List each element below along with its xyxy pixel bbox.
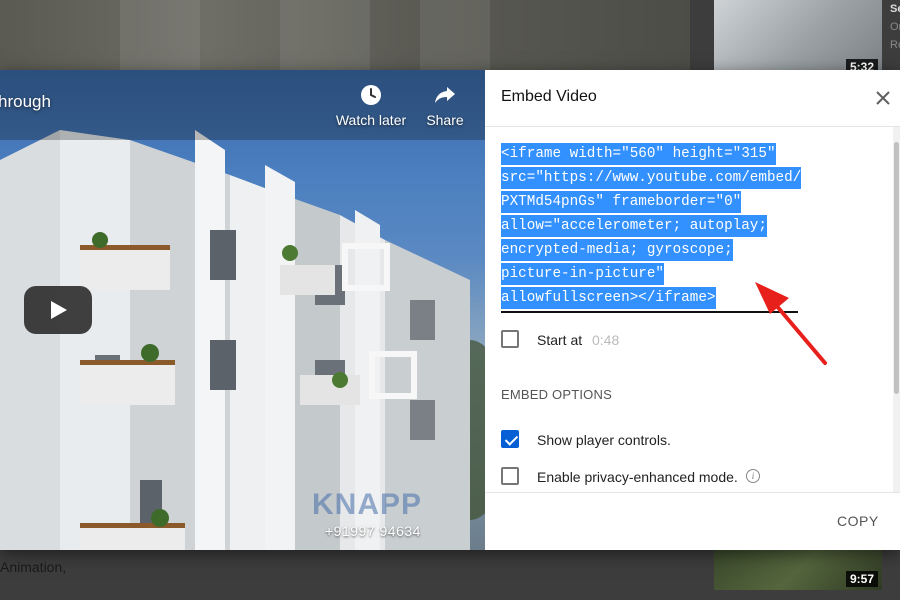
- start-at-time-input[interactable]: 0:48: [592, 332, 619, 348]
- start-at-checkbox[interactable]: [501, 330, 519, 348]
- related-video-thumbnail[interactable]: 5:32: [714, 0, 882, 78]
- share-arrow-icon: [435, 87, 455, 103]
- video-preview[interactable]: hrough Watch later Share KNAPP +91997 94…: [0, 70, 485, 550]
- start-at-label: Start at: [537, 332, 583, 348]
- share-label: Share: [426, 112, 464, 128]
- play-icon: [51, 301, 67, 319]
- footer-divider: [485, 492, 900, 493]
- background-description-area: Animation,: [0, 550, 690, 600]
- share-button[interactable]: Share: [423, 82, 467, 128]
- related-video-text: Se Or Re: [890, 0, 900, 54]
- embed-panel: Embed Video <iframe width="560" height="…: [485, 70, 900, 550]
- video-title[interactable]: hrough: [0, 92, 51, 112]
- related-video-title-fragment: Se: [890, 3, 900, 15]
- phone-number-overlay: +91997 94634: [325, 523, 421, 539]
- related-video-thumbnail[interactable]: 9:57: [714, 550, 882, 590]
- watermark-logo: KNAPP: [312, 488, 423, 521]
- show-controls-label: Show player controls.: [537, 432, 671, 448]
- show-controls-checkbox[interactable]: [501, 430, 519, 448]
- embed-video-dialog: hrough Watch later Share KNAPP +91997 94…: [0, 70, 900, 550]
- watch-later-label: Watch later: [335, 112, 407, 128]
- related-video-views-fragment: Re: [890, 39, 900, 51]
- privacy-mode-label: Enable privacy-enhanced mode.: [537, 469, 738, 485]
- related-video-channel-fragment: Or: [890, 21, 900, 33]
- description-text: Animation,: [0, 559, 67, 575]
- embed-options-heading: EMBED OPTIONS: [501, 387, 612, 402]
- info-icon[interactable]: i: [746, 469, 760, 483]
- watch-later-button[interactable]: Watch later: [335, 82, 407, 128]
- privacy-mode-checkbox[interactable]: [501, 467, 519, 485]
- background-video-thumbnail-strip: [0, 0, 690, 70]
- play-button[interactable]: [24, 286, 92, 334]
- clock-icon: [361, 85, 381, 105]
- video-duration: 9:57: [845, 571, 878, 587]
- copy-button[interactable]: COPY: [837, 513, 879, 529]
